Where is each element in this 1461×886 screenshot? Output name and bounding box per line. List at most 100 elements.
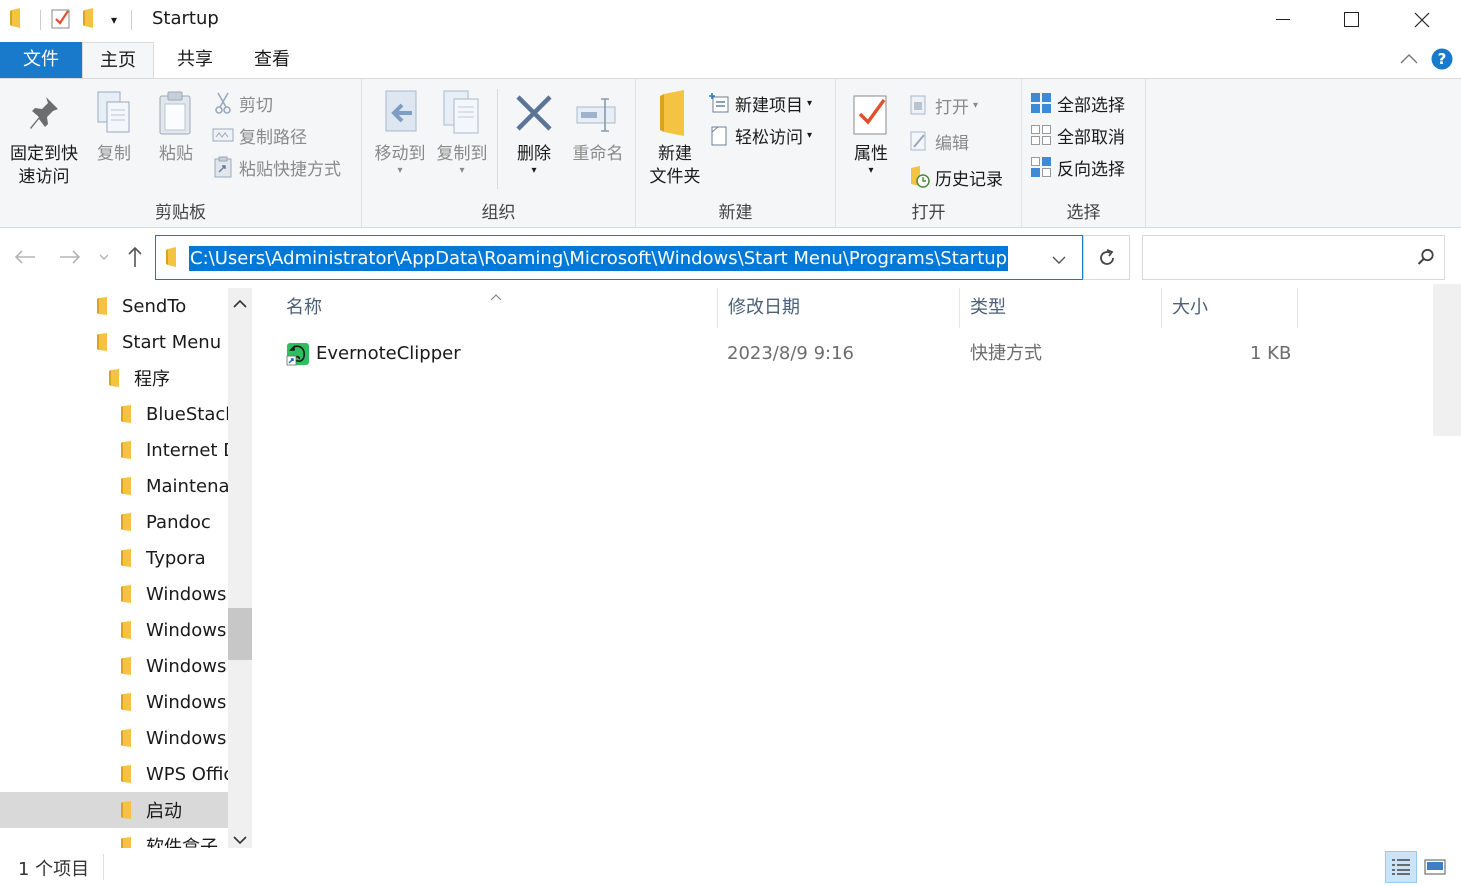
new-folder-qat-icon[interactable] <box>83 7 99 33</box>
clipboard-group: 固定到快 速访问 复制 粘贴 剪切 复制路径 粘贴快捷方式 剪贴板 <box>0 79 362 227</box>
paste-button[interactable]: 粘贴 <box>148 87 204 166</box>
tree-item-label: BlueStack <box>146 403 228 425</box>
select-all-icon <box>1030 92 1052 114</box>
tree-item[interactable]: Windows <box>0 612 228 648</box>
tree-item[interactable]: 软件盒子 <box>0 828 228 848</box>
copy-to-button[interactable]: 复制到 ▾ <box>430 87 494 176</box>
tree-item-label: 软件盒子 <box>146 837 218 848</box>
file-row[interactable]: EvernoteClipper 2023/8/9 9:16 快捷方式 1 KB <box>278 336 1298 372</box>
new-folder-button[interactable]: 新建 文件夹 <box>640 87 710 189</box>
address-dropdown-chevron-icon[interactable] <box>1052 250 1066 270</box>
open-group-label: 打开 <box>911 203 946 223</box>
tree-item[interactable]: Maintena <box>0 468 228 504</box>
collapse-ribbon-icon[interactable] <box>1400 50 1418 70</box>
rename-button[interactable]: 重命名 <box>566 87 630 166</box>
scrollbar-thumb[interactable] <box>228 608 252 660</box>
cut-label: 剪切 <box>239 95 273 116</box>
properties-check-icon <box>847 87 895 139</box>
select-none-button[interactable]: 全部取消 <box>1030 121 1125 149</box>
tree-item[interactable]: BlueStack <box>0 396 228 432</box>
cut-button[interactable]: 剪切 <box>212 89 273 117</box>
refresh-button[interactable] <box>1083 235 1130 280</box>
invert-selection-button[interactable]: 反向选择 <box>1030 153 1125 181</box>
delete-button[interactable]: 删除 ▾ <box>506 87 562 176</box>
tree-item-label: Start Menu <box>122 331 222 353</box>
search-icon <box>1417 248 1435 271</box>
invert-selection-icon <box>1030 156 1052 178</box>
large-icons-view-button[interactable] <box>1419 851 1451 883</box>
window-title: Startup <box>152 8 219 29</box>
select-all-label: 全部选择 <box>1057 95 1125 116</box>
tree-item[interactable]: Windows <box>0 720 228 756</box>
content-scrollbar[interactable] <box>1433 284 1461 436</box>
tree-item[interactable]: Internet D <box>0 432 228 468</box>
navigation-pane-scrollbar[interactable] <box>228 288 252 848</box>
maximize-button[interactable] <box>1318 0 1386 40</box>
tree-item[interactable]: Start Menu <box>0 324 228 360</box>
help-icon[interactable]: ? <box>1431 48 1453 75</box>
folder-icon <box>121 693 131 711</box>
navigation-pane: SendTo Start Menu 程序 BlueStack Internet D Mai… <box>0 288 252 848</box>
tree-item[interactable]: Windows <box>0 576 228 612</box>
file-name[interactable]: EvernoteClipper <box>316 336 461 372</box>
select-none-label: 全部取消 <box>1057 127 1125 148</box>
up-arrow-icon[interactable] <box>120 242 150 272</box>
tree-item[interactable]: Typora <box>0 540 228 576</box>
forward-arrow-icon[interactable] <box>55 242 85 272</box>
copy-button[interactable]: 复制 <box>88 87 140 166</box>
copy-path-button[interactable]: 复制路径 <box>212 121 307 149</box>
scroll-up-chevron-icon[interactable] <box>233 294 247 314</box>
recent-locations-chevron-icon[interactable] <box>90 242 118 272</box>
new-folder-label-line2: 文件夹 <box>649 167 701 187</box>
select-all-button[interactable]: 全部选择 <box>1030 89 1125 117</box>
address-bar[interactable]: C:\Users\Administrator\AppData\Roaming\M… <box>155 235 1083 280</box>
edit-button[interactable]: 编辑 <box>908 127 969 155</box>
folder-icon <box>121 405 131 423</box>
select-group-label: 选择 <box>1066 203 1101 223</box>
tab-view[interactable]: 查看 <box>236 42 308 78</box>
folder-icon <box>121 477 131 495</box>
search-box[interactable] <box>1142 235 1445 280</box>
rename-icon <box>574 87 622 139</box>
tree-item[interactable]: Pandoc <box>0 504 228 540</box>
easy-access-button[interactable]: 轻松访问 ▾ <box>708 121 812 149</box>
tree-item[interactable]: WPS Offic <box>0 756 228 792</box>
tree-item-label: Internet D <box>146 439 228 461</box>
tree-item[interactable]: 程序 <box>0 360 228 396</box>
column-header-type[interactable]: 类型 <box>960 288 1162 328</box>
customize-qat-icon[interactable]: ▾ <box>111 13 117 27</box>
address-path-text[interactable]: C:\Users\Administrator\AppData\Roaming\M… <box>189 246 1009 271</box>
properties-qat-icon[interactable] <box>51 7 71 34</box>
details-view-button[interactable] <box>1385 851 1417 883</box>
close-button[interactable] <box>1388 0 1456 40</box>
copy-to-icon <box>438 87 486 139</box>
properties-button[interactable]: 属性 ▾ <box>842 87 900 176</box>
item-count: 1 个项目 <box>18 859 90 880</box>
tree-item[interactable]: SendTo <box>0 288 228 324</box>
tree-item[interactable]: Windows <box>0 648 228 684</box>
history-button[interactable]: 历史记录 <box>908 163 1003 191</box>
pin-to-quick-access-button[interactable]: 固定到快 速访问 <box>4 87 84 189</box>
folder-icon <box>121 549 131 567</box>
tree-item[interactable]: Windows <box>0 684 228 720</box>
tab-home[interactable]: 主页 <box>82 42 154 80</box>
column-header-name[interactable]: 名称 <box>276 288 718 328</box>
tab-file[interactable]: 文件 <box>0 42 82 78</box>
open-button[interactable]: 打开 ▾ <box>908 91 978 119</box>
column-header-size[interactable]: 大小 <box>1162 288 1298 328</box>
move-to-button[interactable]: 移动到 ▾ <box>368 87 432 176</box>
ribbon: 固定到快 速访问 复制 粘贴 剪切 复制路径 粘贴快捷方式 剪贴板 移动到 ▾ … <box>0 78 1461 228</box>
new-item-button[interactable]: 新建项目 ▾ <box>708 89 812 117</box>
tree-item[interactable]: 启动 <box>0 792 228 828</box>
quick-access-toolbar: ▾ <box>10 7 140 33</box>
column-header-modified[interactable]: 修改日期 <box>718 288 960 328</box>
folder-icon <box>97 297 107 315</box>
minimize-button[interactable] <box>1249 0 1317 40</box>
move-to-icon <box>376 87 424 139</box>
scroll-down-chevron-icon[interactable] <box>233 830 247 850</box>
back-arrow-icon[interactable] <box>10 242 40 272</box>
paste-shortcut-button[interactable]: 粘贴快捷方式 <box>212 153 341 181</box>
copy-path-label: 复制路径 <box>239 127 307 148</box>
tab-share[interactable]: 共享 <box>160 42 230 78</box>
refresh-icon <box>1099 248 1114 265</box>
